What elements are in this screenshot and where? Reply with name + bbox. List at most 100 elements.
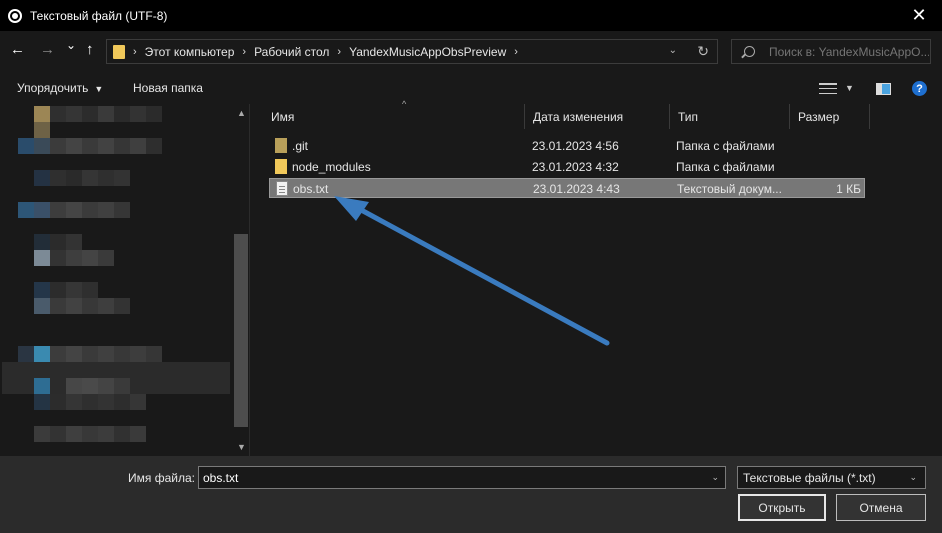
- back-arrow-icon[interactable]: ←: [10, 41, 25, 58]
- cancel-button[interactable]: Отмена: [836, 494, 926, 521]
- scroll-up-icon[interactable]: ▲: [237, 108, 246, 118]
- blurred-tree-item: [82, 298, 98, 314]
- organize-label: Упорядочить: [17, 81, 89, 95]
- obs-app-icon: [8, 8, 22, 23]
- blurred-tree-item: [98, 298, 114, 314]
- chevron-down-icon: ⌄: [909, 472, 917, 482]
- blurred-tree-item: [34, 170, 50, 186]
- folder-icon: [113, 44, 125, 59]
- column-header-name[interactable]: ^ Имя: [263, 99, 525, 129]
- navigation-pane-scrollbar[interactable]: ▲ ▼: [232, 104, 250, 456]
- chevron-right-icon[interactable]: ›: [337, 46, 341, 58]
- filename-label: Имя файла:: [128, 471, 195, 485]
- blurred-tree-item: [50, 346, 66, 362]
- caret-down-icon: ▼: [94, 84, 104, 94]
- chevron-down-icon[interactable]: ⌄: [711, 472, 719, 483]
- blurred-tree-item: [34, 346, 50, 362]
- file-name: .git: [292, 139, 309, 153]
- close-icon[interactable]: ✕: [896, 0, 942, 31]
- blurred-tree-item: [82, 346, 98, 362]
- blurred-tree-item: [50, 250, 66, 266]
- blurred-tree-item: [18, 202, 34, 218]
- recent-locations-chevron-icon[interactable]: ⌄: [66, 38, 76, 52]
- search-input[interactable]: [769, 44, 929, 59]
- file-row-node-modules[interactable]: node_modules 23.01.2023 4:32 Папка с фай…: [269, 157, 865, 177]
- preview-pane-icon[interactable]: [876, 83, 891, 95]
- column-header-date[interactable]: Дата изменения: [525, 104, 670, 129]
- refresh-icon[interactable]: ↻: [697, 43, 709, 60]
- blurred-tree-item: [114, 298, 130, 314]
- breadcrumb-this-pc[interactable]: Этот компьютер: [145, 45, 235, 59]
- file-row-git[interactable]: .git 23.01.2023 4:56 Папка с файлами: [269, 136, 865, 156]
- blurred-tree-item: [130, 394, 146, 410]
- filetype-select[interactable]: Текстовые файлы (*.txt) ⌄: [737, 466, 926, 489]
- scroll-down-icon[interactable]: ▼: [237, 442, 246, 452]
- file-type: Текстовый докум...: [677, 182, 782, 196]
- scrollbar-thumb[interactable]: [234, 234, 248, 427]
- blurred-tree-item: [66, 202, 82, 218]
- filename-input[interactable]: [203, 470, 693, 485]
- column-header-type[interactable]: Тип: [670, 104, 790, 129]
- column-header-size[interactable]: Размер: [790, 104, 870, 129]
- blurred-tree-item: [18, 138, 34, 154]
- column-header-name-label: Имя: [271, 109, 295, 124]
- blurred-tree-item: [34, 202, 50, 218]
- blurred-tree-item: [82, 106, 98, 122]
- open-button[interactable]: Открыть: [738, 494, 826, 521]
- dialog-footer: Имя файла: ⌄ Текстовые файлы (*.txt) ⌄ О…: [0, 456, 942, 533]
- blurred-tree-item: [50, 234, 66, 250]
- blurred-tree-item: [34, 426, 50, 442]
- file-date: 23.01.2023 4:56: [532, 139, 619, 153]
- blurred-tree-item: [98, 250, 114, 266]
- blurred-tree-item: [34, 122, 50, 138]
- blurred-tree-item: [50, 106, 66, 122]
- caret-down-icon[interactable]: ▼: [845, 83, 854, 93]
- navigation-pane[interactable]: [0, 104, 250, 456]
- file-name: node_modules: [292, 160, 371, 174]
- chevron-right-icon[interactable]: ›: [514, 46, 518, 58]
- file-row-obs-txt[interactable]: obs.txt 23.01.2023 4:43 Текстовый докум.…: [269, 178, 865, 198]
- navigation-bar: ← → ⌄ ↑ › Этот компьютер › Рабочий стол …: [0, 31, 942, 71]
- blurred-tree-item: [98, 202, 114, 218]
- search-box[interactable]: [731, 39, 931, 64]
- blurred-tree-item: [50, 298, 66, 314]
- blurred-tree-item: [82, 282, 98, 298]
- blurred-tree-item: [114, 426, 130, 442]
- file-name: obs.txt: [293, 182, 329, 196]
- blurred-tree-item: [34, 138, 50, 154]
- chevron-right-icon[interactable]: ›: [133, 46, 137, 58]
- address-dropdown-icon[interactable]: ⌄: [669, 45, 677, 56]
- file-size: 1 КБ: [836, 182, 861, 196]
- filename-field[interactable]: ⌄: [198, 466, 726, 489]
- sort-ascending-icon: ^: [402, 99, 407, 109]
- blurred-tree-item: [98, 170, 114, 186]
- blurred-tree-item: [34, 298, 50, 314]
- blurred-tree-item: [82, 202, 98, 218]
- forward-arrow-icon[interactable]: →: [40, 41, 55, 58]
- blurred-tree-item: [66, 170, 82, 186]
- breadcrumb-desktop[interactable]: Рабочий стол: [254, 45, 329, 59]
- blurred-tree-item: [50, 282, 66, 298]
- view-options-icon[interactable]: [819, 83, 837, 94]
- blurred-tree-item: [98, 426, 114, 442]
- blurred-tree-item: [50, 170, 66, 186]
- blurred-tree-item: [146, 106, 162, 122]
- breadcrumb-current-folder[interactable]: YandexMusicAppObsPreview: [349, 45, 506, 59]
- chevron-right-icon[interactable]: ›: [242, 46, 246, 58]
- blurred-tree-item: [34, 282, 50, 298]
- window-title: Текстовый файл (UTF-8): [30, 8, 168, 23]
- blurred-tree-item: [50, 394, 66, 410]
- blurred-tree-item: [82, 138, 98, 154]
- up-arrow-icon[interactable]: ↑: [86, 41, 94, 58]
- blurred-tree-item: [114, 202, 130, 218]
- blurred-tree-item: [18, 346, 34, 362]
- help-icon[interactable]: ?: [912, 81, 927, 96]
- blurred-tree-item: [66, 346, 82, 362]
- blurred-tree-item: [50, 138, 66, 154]
- blurred-tree-item: [34, 234, 50, 250]
- organize-button[interactable]: Упорядочить ▼: [17, 81, 103, 95]
- file-list[interactable]: ^ Имя Дата изменения Тип Размер .git 23.…: [251, 99, 942, 456]
- address-bar[interactable]: › Этот компьютер › Рабочий стол › Yandex…: [106, 39, 718, 64]
- blurred-tree-item: [82, 426, 98, 442]
- new-folder-button[interactable]: Новая папка: [133, 81, 203, 95]
